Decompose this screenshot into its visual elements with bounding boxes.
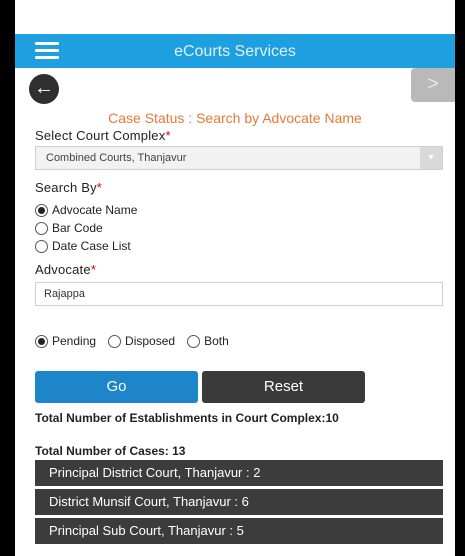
court-row[interactable]: Principal District Court, Thanjavur : 2 — [35, 460, 443, 486]
app-title: eCourts Services — [174, 43, 296, 60]
page-title: Case Status : Search by Advocate Name — [108, 110, 362, 126]
back-arrow-icon[interactable]: ← — [29, 74, 59, 104]
radio-unselected-icon — [35, 221, 48, 235]
radio-date-case-list[interactable]: Date Case List — [35, 239, 131, 253]
radio-both[interactable]: Both — [187, 334, 229, 348]
chevron-down-icon: ▾ — [420, 147, 442, 169]
radio-bar-code[interactable]: Bar Code — [35, 221, 103, 235]
radio-unselected-icon — [187, 334, 201, 348]
court-complex-value: Combined Courts, Thanjavur — [46, 152, 187, 164]
advocate-input[interactable] — [35, 282, 443, 306]
establishments-count: Total Number of Establishments in Court … — [35, 411, 339, 425]
case-status-radios: Pending Disposed Both — [35, 334, 241, 348]
radio-advocate-name[interactable]: Advocate Name — [35, 203, 137, 217]
phone-screen: eCourts Services ← > Case Status : Searc… — [15, 0, 455, 556]
court-complex-label: Select Court Complex* — [35, 128, 171, 143]
court-row[interactable]: District Munsif Court, Thanjavur : 6 — [35, 489, 443, 515]
go-button[interactable]: Go — [35, 371, 198, 403]
chevron-right-icon[interactable]: > — [411, 68, 455, 102]
radio-unselected-icon — [35, 239, 48, 253]
radio-disposed[interactable]: Disposed — [108, 334, 175, 348]
cases-count: Total Number of Cases: 13 — [35, 444, 186, 458]
reset-button[interactable]: Reset — [202, 371, 365, 403]
advocate-label: Advocate* — [35, 262, 97, 277]
court-row[interactable]: Principal Sub Court, Thanjavur : 5 — [35, 518, 443, 544]
app-bar: eCourts Services — [15, 34, 455, 68]
court-complex-select[interactable]: Combined Courts, Thanjavur ▾ — [35, 146, 443, 170]
radio-selected-icon — [35, 203, 48, 217]
status-bar — [15, 0, 455, 34]
radio-selected-icon — [35, 334, 48, 348]
radio-unselected-icon — [108, 334, 122, 348]
nav-row: ← > — [15, 68, 455, 108]
search-by-label: Search By* — [35, 180, 103, 195]
radio-pending[interactable]: Pending — [35, 334, 96, 348]
